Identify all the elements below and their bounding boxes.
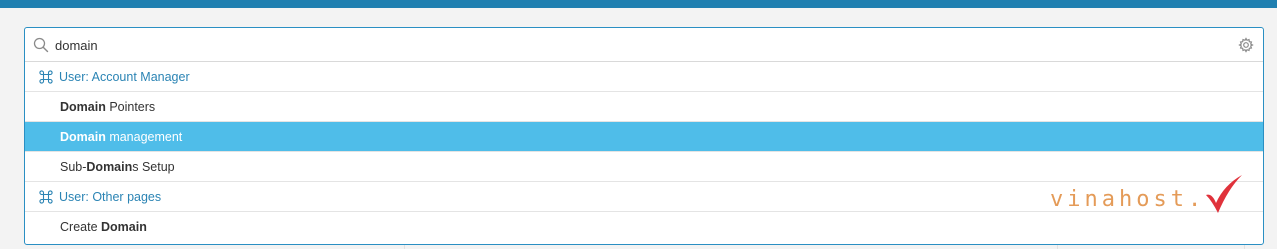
search-icon [33, 37, 49, 53]
item-match: Domain [60, 100, 106, 114]
group-header-label: User: Account Manager [59, 70, 190, 84]
top-bar [0, 0, 1277, 8]
search-input[interactable] [55, 34, 1205, 56]
item-match: Domain [60, 130, 106, 144]
vinahost-watermark-logo: vinahost. [1050, 173, 1250, 217]
result-item-domain-pointers[interactable]: Domain Pointers [25, 92, 1263, 122]
item-prefix: Sub- [60, 160, 87, 174]
group-header-label: User: Other pages [59, 190, 162, 204]
watermark-text: vinahost. [1050, 187, 1206, 212]
result-item-domain-management[interactable]: Domain management [25, 122, 1263, 152]
item-prefix: Create [60, 220, 101, 234]
command-icon [39, 70, 53, 84]
group-header-account-manager: User: Account Manager [25, 62, 1263, 92]
checkmark-icon [1206, 175, 1242, 213]
item-suffix: management [105, 130, 183, 144]
item-match: Domain [86, 160, 133, 174]
search-bar [25, 28, 1263, 62]
item-suffix: s Setup [132, 160, 175, 174]
item-suffix: Pointers [105, 100, 156, 114]
command-icon [39, 190, 53, 204]
gear-icon[interactable] [1238, 37, 1254, 53]
item-match: Domain [101, 220, 147, 234]
